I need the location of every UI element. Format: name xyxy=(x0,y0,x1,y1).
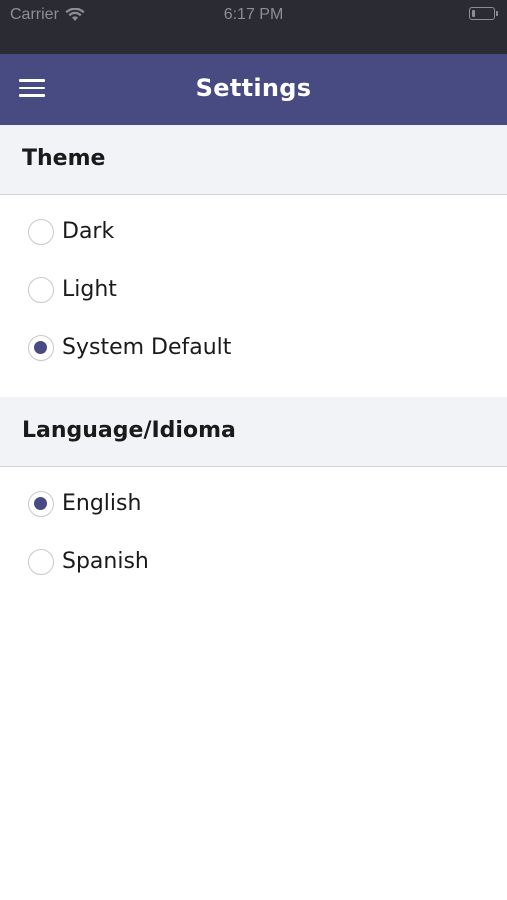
language-section-header: Language/Idioma xyxy=(0,397,507,467)
theme-option-dark[interactable]: Dark xyxy=(0,203,507,261)
radio-button-dark[interactable] xyxy=(28,219,54,245)
language-option-label: Spanish xyxy=(62,549,149,574)
language-option-spanish[interactable]: Spanish xyxy=(0,533,507,591)
theme-section-header: Theme xyxy=(0,125,507,195)
radio-button-system-default[interactable] xyxy=(28,335,54,361)
status-bar: Carrier 6:17 PM xyxy=(0,0,507,54)
theme-section-title: Theme xyxy=(22,146,106,171)
theme-option-label: System Default xyxy=(62,335,232,360)
radio-button-spanish[interactable] xyxy=(28,549,54,575)
page-title: Settings xyxy=(195,74,312,102)
navigation-bar: Settings xyxy=(0,54,507,125)
status-time: 6:17 PM xyxy=(223,6,284,23)
battery-level xyxy=(472,10,475,17)
language-section-title: Language/Idioma xyxy=(22,418,236,443)
language-option-label: English xyxy=(62,491,142,516)
battery-icon xyxy=(469,7,498,20)
theme-option-light[interactable]: Light xyxy=(0,261,507,319)
language-option-english[interactable]: English xyxy=(0,475,507,533)
theme-option-system-default[interactable]: System Default xyxy=(0,319,507,377)
radio-button-light[interactable] xyxy=(28,277,54,303)
theme-option-label: Dark xyxy=(62,219,115,244)
theme-option-label: Light xyxy=(62,277,117,302)
radio-button-english[interactable] xyxy=(28,491,54,517)
